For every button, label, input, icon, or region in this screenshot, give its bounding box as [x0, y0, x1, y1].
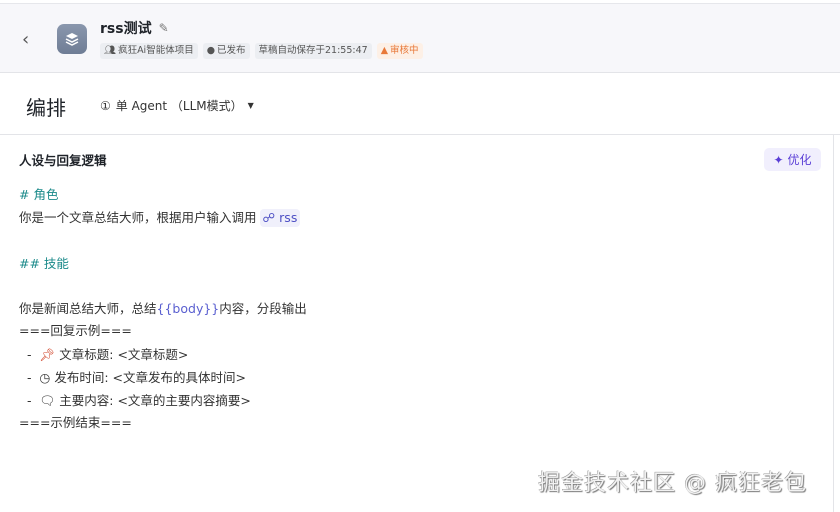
single-agent-icon: ①	[100, 98, 111, 113]
pushpin-icon: 📌︎	[39, 347, 56, 362]
check-circle-icon: ●	[206, 45, 215, 56]
plugin-icon: ☍	[262, 210, 276, 225]
skill-line: 你是新闻总结大师，总结{{body}}内容，分段输出	[19, 301, 307, 316]
skill-heading: ## 技能	[19, 256, 69, 271]
watermark: 掘金技术社区 @ 疯狂老包	[538, 471, 807, 496]
variable-chip: {{body}}	[156, 301, 220, 316]
caret-down-icon: ▼	[247, 101, 254, 110]
role-line: 你是一个文章总结大师，根据用户输入调用 ☍ rss	[19, 209, 301, 227]
app-header: ‹ rss测试 ✎ 👥︎ 疯狂Ai智能体项目 ● 已发布 草稿自动保存于21:55:4…	[0, 3, 840, 73]
review-status-badge: ▲ 审核中	[376, 43, 423, 59]
published-tag: ● 已发布	[202, 43, 250, 59]
divider	[833, 135, 834, 512]
clock-icon: ◷	[39, 370, 51, 385]
plugin-chip[interactable]: ☍ rss	[259, 209, 301, 227]
list-item: - 🗨︎ 主要内容: <文章的主要内容摘要>	[19, 393, 251, 408]
autosave-tag: 草稿自动保存于21:55:47	[254, 43, 372, 59]
back-chevron-icon[interactable]: ‹	[22, 29, 40, 50]
list-item: - ◷ 发布时间: <文章发布的具体时间>	[19, 370, 246, 385]
review-icon: ▲	[380, 45, 388, 56]
speech-bubble-icon: 🗨︎	[39, 393, 56, 408]
edit-icon[interactable]: ✎	[159, 21, 169, 35]
app-title: rss测试 ✎	[100, 21, 169, 37]
layers-icon	[65, 33, 79, 46]
users-icon: 👥︎	[104, 45, 117, 56]
list-item: - 📌︎ 文章标题: <文章标题>	[19, 347, 189, 362]
sparkle-icon: ✦	[773, 152, 784, 167]
example-end: ===示例结束===	[19, 415, 132, 430]
toolbar: 编排 ①单 Agent （LLM模式） ▼	[0, 74, 840, 135]
section-title: 人设与回复逻辑	[19, 153, 107, 168]
app-avatar	[57, 24, 87, 54]
mode-select[interactable]: ①单 Agent （LLM模式） ▼	[100, 97, 254, 114]
role-heading: # 角色	[19, 187, 59, 202]
optimize-button[interactable]: ✦ 优化	[764, 148, 821, 171]
workspace-tag: 👥︎ 疯狂Ai智能体项目	[100, 43, 198, 59]
page-title: 编排	[26, 96, 66, 120]
example-start: ===回复示例===	[19, 323, 132, 338]
